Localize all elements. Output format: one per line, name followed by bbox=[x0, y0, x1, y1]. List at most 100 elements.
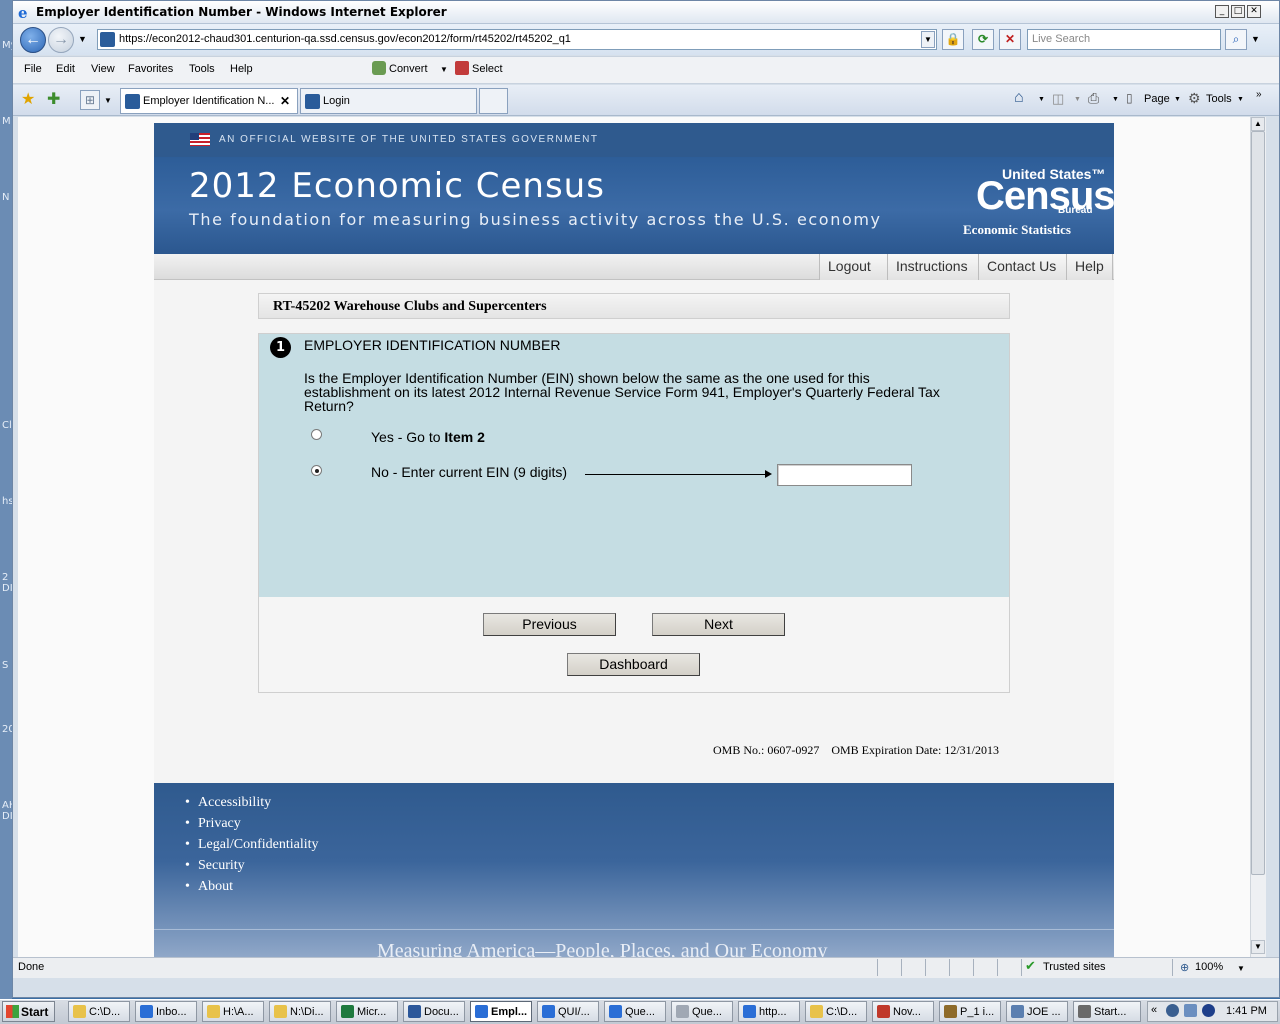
dashboard-button[interactable]: Dashboard bbox=[567, 653, 700, 676]
taskbar-item[interactable]: P_1 i... bbox=[939, 1001, 1001, 1022]
status-divider bbox=[1172, 959, 1173, 976]
feeds-icon[interactable]: ◫ bbox=[1052, 91, 1064, 107]
add-favorite-icon[interactable]: ✚ bbox=[47, 89, 60, 109]
taskbar-item[interactable]: C:\D... bbox=[68, 1001, 130, 1022]
desktop-icon-label[interactable]: M bbox=[2, 116, 11, 127]
tray-expand-icon[interactable]: « bbox=[1151, 1004, 1157, 1016]
desktop-icon-label[interactable]: S bbox=[2, 660, 8, 671]
zoom-level[interactable]: 100% bbox=[1195, 961, 1223, 973]
taskbar-item[interactable]: Docu... bbox=[403, 1001, 465, 1022]
taskbar-item[interactable]: Inbo... bbox=[135, 1001, 197, 1022]
taskbar-item[interactable]: http... bbox=[738, 1001, 800, 1022]
close-tab-icon[interactable]: ✕ bbox=[280, 94, 290, 108]
site-favicon-icon bbox=[100, 32, 115, 47]
tab-login[interactable]: Login bbox=[300, 88, 477, 114]
new-tab-button[interactable] bbox=[479, 88, 508, 114]
desktop-icon-label[interactable]: Cl bbox=[2, 420, 12, 431]
option-yes-label[interactable]: Yes - Go to Item 2 bbox=[371, 429, 485, 445]
tab-list-dropdown[interactable]: ▼ bbox=[104, 96, 112, 105]
help-link[interactable]: Help bbox=[1066, 254, 1113, 280]
site-favicon-icon bbox=[305, 94, 320, 109]
menu-edit[interactable]: Edit bbox=[56, 63, 75, 75]
taskbar-item-active[interactable]: Empl... bbox=[470, 1001, 532, 1022]
minimize-button[interactable]: _ bbox=[1215, 5, 1229, 18]
search-icon[interactable]: ⌕ bbox=[1225, 29, 1247, 50]
recent-pages-dropdown[interactable]: ▼ bbox=[78, 34, 87, 44]
more-commands-icon[interactable]: » bbox=[1256, 89, 1262, 100]
forward-button[interactable]: → bbox=[48, 27, 74, 53]
convert-dropdown-icon[interactable]: ▼ bbox=[440, 65, 448, 74]
maximize-button[interactable]: □ bbox=[1231, 5, 1245, 18]
print-icon[interactable]: ⎙ bbox=[1088, 90, 1099, 107]
tray-network-icon[interactable] bbox=[1166, 1004, 1179, 1017]
footer-link-privacy[interactable]: Privacy bbox=[185, 816, 241, 832]
taskbar-item[interactable]: QUI/... bbox=[537, 1001, 599, 1022]
taskbar-item-label: P_1 i... bbox=[960, 1006, 995, 1018]
home-dropdown-icon[interactable]: ▼ bbox=[1038, 96, 1045, 103]
instructions-link[interactable]: Instructions bbox=[887, 254, 978, 280]
close-button[interactable]: ✕ bbox=[1247, 5, 1261, 18]
footer-link-accessibility[interactable]: Accessibility bbox=[185, 795, 271, 811]
footer-link-about[interactable]: About bbox=[185, 879, 233, 895]
census-logo[interactable]: Census bbox=[976, 174, 1115, 219]
tray-app-icon[interactable] bbox=[1184, 1004, 1197, 1017]
desktop-icon-label[interactable]: N bbox=[2, 192, 9, 203]
home-icon[interactable]: ⌂ bbox=[1014, 89, 1024, 107]
page-icon: ▯ bbox=[1126, 91, 1133, 105]
taskbar-item[interactable]: Nov... bbox=[872, 1001, 934, 1022]
status-divider bbox=[1021, 959, 1022, 976]
menu-help[interactable]: Help bbox=[230, 63, 253, 75]
clock[interactable]: 1:41 PM bbox=[1226, 1005, 1267, 1017]
zoom-dropdown-icon[interactable]: ▼ bbox=[1237, 964, 1245, 973]
page-menu-button[interactable]: Page bbox=[1144, 93, 1170, 105]
contact-us-link[interactable]: Contact Us bbox=[978, 254, 1066, 280]
taskbar-item[interactable]: Que... bbox=[671, 1001, 733, 1022]
menu-file[interactable]: File bbox=[24, 63, 42, 75]
previous-button[interactable]: Previous bbox=[483, 613, 616, 636]
taskbar-item[interactable]: C:\D... bbox=[805, 1001, 867, 1022]
start-button[interactable]: Start bbox=[2, 1001, 55, 1022]
address-dropdown-button[interactable]: ▼ bbox=[921, 31, 935, 48]
radio-yes[interactable] bbox=[311, 429, 322, 440]
taskbar-item[interactable]: Micr... bbox=[336, 1001, 398, 1022]
refresh-icon[interactable]: ⟳ bbox=[972, 29, 994, 50]
scroll-up-arrow-icon[interactable]: ▲ bbox=[1251, 117, 1265, 131]
taskbar-item[interactable]: N:\Di... bbox=[269, 1001, 331, 1022]
select-button[interactable]: Select bbox=[472, 63, 503, 75]
option-no-label[interactable]: No - Enter current EIN (9 digits) bbox=[371, 464, 567, 480]
logout-link[interactable]: Logout bbox=[819, 254, 887, 280]
taskbar-item[interactable]: Start... bbox=[1073, 1001, 1141, 1022]
taskbar-item[interactable]: JOE ... bbox=[1006, 1001, 1068, 1022]
taskbar-item[interactable]: H:\A... bbox=[202, 1001, 264, 1022]
taskbar-item[interactable]: Que... bbox=[604, 1001, 666, 1022]
radio-no[interactable] bbox=[311, 465, 322, 476]
back-button[interactable]: ← bbox=[20, 27, 46, 53]
security-zone[interactable]: Trusted sites bbox=[1043, 961, 1106, 973]
feeds-dropdown-icon[interactable]: ▼ bbox=[1074, 96, 1081, 103]
ein-input[interactable] bbox=[777, 464, 912, 486]
search-input[interactable]: Live Search bbox=[1027, 29, 1221, 50]
favorites-star-icon[interactable]: ★ bbox=[21, 89, 35, 109]
lock-icon[interactable]: 🔒 bbox=[942, 29, 964, 50]
menu-view[interactable]: View bbox=[91, 63, 115, 75]
taskbar-item-label: Inbo... bbox=[156, 1006, 187, 1018]
next-button[interactable]: Next bbox=[652, 613, 785, 636]
page-dropdown-icon[interactable]: ▼ bbox=[1174, 96, 1181, 103]
tab-employer-identification[interactable]: Employer Identification N... bbox=[120, 88, 298, 114]
footer-link-security[interactable]: Security bbox=[185, 858, 245, 874]
tools-dropdown-icon[interactable]: ▼ bbox=[1237, 96, 1244, 103]
footer-link-legal[interactable]: Legal/Confidentiality bbox=[185, 837, 318, 853]
tray-security-icon[interactable] bbox=[1202, 1004, 1215, 1017]
footer-tagline-clip: Measuring America—People, Places, and Ou… bbox=[154, 930, 1114, 957]
search-options-dropdown[interactable]: ▼ bbox=[1251, 34, 1260, 44]
scroll-down-arrow-icon[interactable]: ▼ bbox=[1251, 940, 1265, 954]
tools-menu-button[interactable]: Tools bbox=[1206, 93, 1232, 105]
convert-button[interactable]: Convert bbox=[389, 63, 428, 75]
quick-tabs-icon[interactable]: ⊞ bbox=[80, 90, 100, 110]
scrollbar-thumb[interactable] bbox=[1251, 131, 1265, 875]
stop-icon[interactable]: ✕ bbox=[999, 29, 1021, 50]
print-dropdown-icon[interactable]: ▼ bbox=[1112, 96, 1119, 103]
menu-tools[interactable]: Tools bbox=[189, 63, 215, 75]
address-url[interactable]: https://econ2012-chaud301.centurion-qa.s… bbox=[119, 33, 571, 45]
menu-favorites[interactable]: Favorites bbox=[128, 63, 173, 75]
